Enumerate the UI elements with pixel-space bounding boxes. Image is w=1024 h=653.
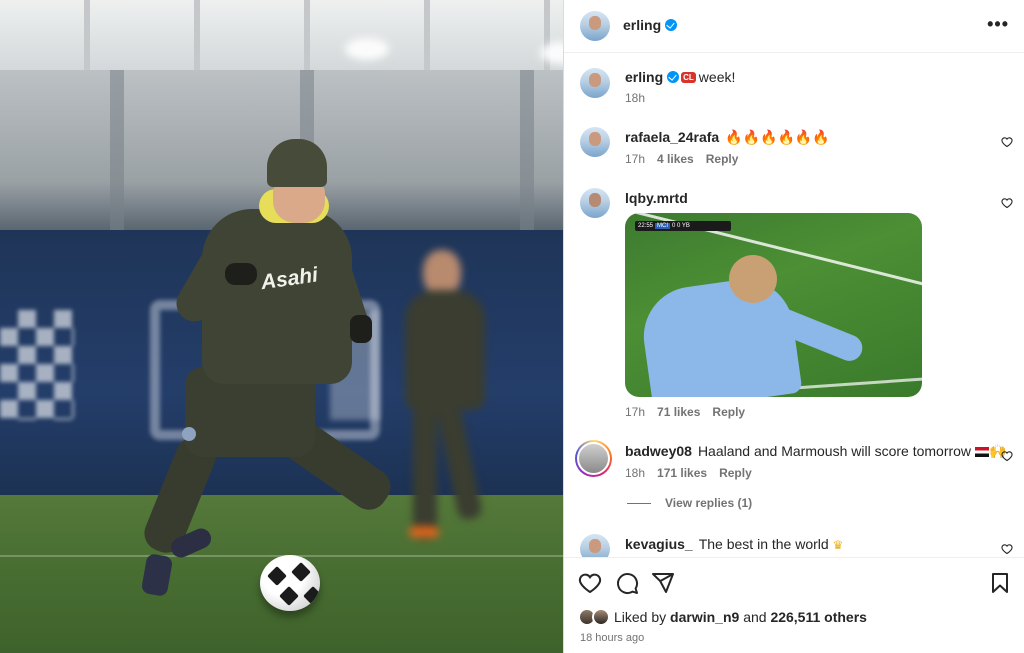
- comment-time: 17h: [625, 405, 646, 419]
- reply-button[interactable]: Reply: [706, 152, 739, 166]
- caption-avatar[interactable]: [580, 68, 610, 98]
- comment-likes[interactable]: 171 likes: [657, 466, 707, 480]
- post-actions: Liked by darwin_n9 and 226,511 others 18…: [564, 557, 1024, 653]
- author-avatar[interactable]: [580, 11, 610, 41]
- gif-home-team: MCI: [655, 223, 671, 229]
- photo-checker-pattern: [0, 310, 74, 420]
- comment-likes[interactable]: 4 likes: [657, 152, 694, 166]
- comment-meta: 17h 71 likes Reply: [625, 405, 757, 419]
- gif-away-team: YB: [681, 223, 690, 229]
- likes-summary[interactable]: Liked by darwin_n9 and 226,511 others: [614, 609, 867, 625]
- bookmark-icon[interactable]: [988, 571, 1012, 595]
- comment-time: 17h: [625, 152, 646, 166]
- author-username[interactable]: erling: [623, 17, 661, 33]
- heart-icon[interactable]: [1001, 197, 1013, 209]
- heart-icon[interactable]: [1001, 136, 1013, 148]
- gif-scoreboard: 22:55 MCI 0 0 YB: [635, 221, 731, 231]
- post-photo[interactable]: Asahi: [0, 0, 563, 653]
- likes-prefix: Liked by: [614, 609, 667, 625]
- shirt-sponsor: Asahi: [259, 263, 320, 295]
- view-replies-button[interactable]: View replies (1): [665, 496, 752, 510]
- verified-badge-icon: [667, 71, 680, 83]
- commenter-avatar-story[interactable]: [575, 440, 612, 477]
- heart-icon[interactable]: [1001, 450, 1013, 462]
- commenter-avatar[interactable]: [580, 534, 610, 557]
- photo-roof: [0, 0, 563, 70]
- liked-by-username[interactable]: darwin_n9: [670, 609, 739, 625]
- caption-text: week!: [698, 69, 736, 85]
- photo-light: [345, 38, 389, 60]
- comment-text: Haaland and Marmoush will score tomorrow: [697, 443, 972, 459]
- champions-league-badge: CL: [681, 72, 696, 83]
- comment-username[interactable]: badwey08: [625, 443, 692, 459]
- crown-emoji: ♛: [832, 538, 844, 552]
- reply-button[interactable]: Reply: [712, 405, 745, 419]
- comment-username[interactable]: lqby.mrtd: [625, 190, 688, 206]
- comment-text: 🔥🔥🔥🔥🔥🔥: [725, 129, 830, 145]
- gif-clock: 22:55: [638, 223, 654, 229]
- comment-likes[interactable]: 71 likes: [657, 405, 700, 419]
- commenter-avatar[interactable]: [580, 188, 610, 218]
- caption-time: 18h: [625, 91, 646, 105]
- heart-icon[interactable]: [578, 571, 602, 595]
- comment-username[interactable]: rafaela_24rafa: [625, 129, 719, 145]
- likes-others-count[interactable]: 226,511 others: [770, 609, 867, 625]
- egypt-flag-icon: [975, 447, 990, 457]
- comment-username[interactable]: kevagius_: [625, 536, 693, 552]
- likes-joiner: and: [743, 609, 767, 625]
- comment-text: The best in the world: [698, 536, 829, 552]
- comment-gif[interactable]: 22:55 MCI 0 0 YB: [625, 213, 922, 397]
- gif-score: 0 0: [672, 223, 681, 229]
- post-header: erling •••: [564, 0, 1024, 53]
- more-options-icon[interactable]: •••: [987, 14, 1009, 35]
- liker-avatar[interactable]: [592, 608, 610, 626]
- author-username-row[interactable]: erling: [623, 17, 678, 33]
- view-replies-line: [627, 503, 651, 504]
- football: [260, 555, 320, 611]
- comment-time: 18h: [625, 466, 646, 480]
- post-side-panel: erling ••• erling CL week! 18h rafaela_24r…: [563, 0, 1024, 653]
- comment-icon[interactable]: [615, 571, 639, 595]
- share-icon[interactable]: [651, 571, 675, 595]
- background-player: [395, 250, 505, 540]
- caption-username[interactable]: erling: [625, 69, 663, 85]
- heart-icon[interactable]: [1001, 543, 1013, 555]
- main-player: Asahi: [138, 135, 398, 605]
- verified-badge-icon: [665, 19, 678, 31]
- commenter-avatar[interactable]: [580, 127, 610, 157]
- post-timestamp[interactable]: 18 hours ago: [580, 632, 644, 644]
- comments-list[interactable]: erling CL week! 18h rafaela_24rafa 🔥🔥🔥🔥🔥🔥 1…: [564, 54, 1024, 557]
- reply-button[interactable]: Reply: [719, 466, 752, 480]
